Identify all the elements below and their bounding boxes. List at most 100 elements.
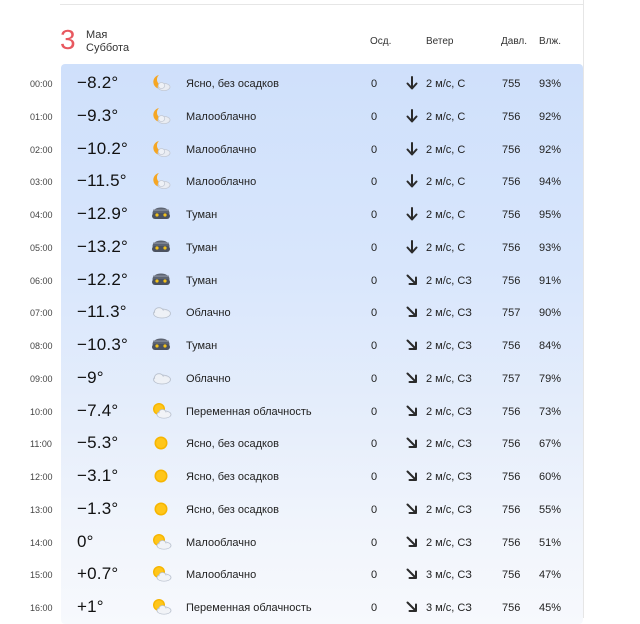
down-right-arrow-icon (406, 436, 418, 450)
forecast-row: 00:00 −8.2° Ясно, без осадков 0 2 м/с, С… (0, 67, 600, 100)
hour-label: 10:00 (30, 406, 53, 417)
hour-label: 13:00 (30, 504, 53, 515)
sun-cloud-icon (150, 597, 172, 617)
wind-value: 2 м/с, СЗ (426, 405, 472, 418)
temperature-value: −11.5° (77, 171, 127, 191)
down-arrow-icon (406, 174, 418, 188)
humidity-value: 79% (539, 372, 562, 385)
fog-icon (150, 237, 172, 257)
temperature-value: −9.3° (77, 105, 119, 125)
temperature-value: −5.3° (77, 433, 119, 453)
pressure-value: 756 (502, 274, 521, 287)
month-label: Мая (86, 29, 108, 41)
fog-icon (150, 335, 172, 355)
temperature-value: −11.3° (77, 302, 127, 322)
wind-value: 2 м/с, СЗ (426, 372, 472, 385)
condition-label: Туман (186, 209, 218, 221)
forecast-row: 03:00 −11.5° Малооблачно 0 2 м/с, С 756 … (0, 165, 600, 198)
humidity-column-header: Влж. (539, 36, 561, 47)
humidity-value: 45% (539, 602, 562, 614)
wind-value: 2 м/с, СЗ (426, 536, 472, 549)
humidity-value: 55% (539, 503, 562, 516)
down-right-arrow-icon (406, 338, 418, 352)
temperature-value: +1° (77, 597, 104, 616)
wind-value: 2 м/с, СЗ (426, 274, 472, 287)
wind-column-header: Ветер (426, 36, 454, 47)
hour-label: 01:00 (30, 111, 53, 122)
precipitation-value: 0 (371, 274, 378, 287)
down-right-arrow-icon (406, 469, 418, 483)
down-right-arrow-icon (406, 502, 418, 516)
condition-label: Ясно, без осадков (186, 78, 279, 90)
wind-value: 2 м/с, С (426, 110, 466, 123)
cloud-icon (150, 368, 172, 388)
hour-label: 04:00 (30, 210, 53, 220)
condition-label: Малооблачно (186, 176, 257, 189)
condition-label: Малооблачно (186, 569, 257, 582)
temperature-value: +0.7° (77, 564, 119, 584)
pressure-value: 756 (502, 569, 521, 582)
wind-value: 2 м/с, С (426, 176, 466, 189)
temperature-value: −3.1° (77, 466, 119, 485)
pressure-value: 756 (502, 209, 521, 221)
pressure-value: 756 (502, 602, 521, 614)
down-arrow-icon (406, 76, 418, 90)
humidity-value: 91% (539, 274, 562, 287)
hour-label: 05:00 (30, 242, 53, 253)
weekday-label: Суббота (86, 42, 130, 54)
forecast-row: 10:00 −7.4° Переменная облачность 0 2 м/… (0, 395, 600, 428)
condition-label: Переменная облачность (186, 405, 312, 418)
sun-cloud-icon (150, 564, 172, 584)
wind-value: 2 м/с, СЗ (426, 340, 472, 352)
hour-label: 14:00 (30, 537, 53, 548)
temperature-value: −10.3° (77, 335, 129, 354)
precipitation-value: 0 (371, 110, 378, 123)
temperature-value: −1.3° (77, 498, 119, 518)
down-right-arrow-icon (406, 273, 418, 287)
moon-cloud-icon (150, 106, 172, 126)
wind-value: 3 м/с, СЗ (426, 569, 472, 582)
down-right-arrow-icon (406, 600, 418, 614)
moon-cloud-icon (150, 73, 172, 93)
down-arrow-icon (406, 108, 418, 123)
down-arrow-icon (406, 239, 418, 254)
forecast-row: 15:00 +0.7° Малооблачно 0 3 м/с, СЗ 756 … (0, 558, 600, 591)
precip-column-header: Осд. (370, 36, 392, 47)
temperature-value: −13.2° (77, 236, 129, 256)
precipitation-value: 0 (371, 602, 378, 614)
hour-label: 00:00 (30, 79, 53, 89)
condition-label: Малооблачно (186, 143, 257, 156)
wind-value: 2 м/с, С (426, 241, 466, 254)
pressure-value: 756 (502, 503, 521, 516)
pressure-value: 757 (502, 307, 521, 320)
precipitation-value: 0 (371, 405, 378, 418)
pressure-value: 756 (502, 241, 521, 254)
forecast-row: 04:00 −12.9° Туман 0 2 м/с, С 756 95% (0, 198, 600, 231)
down-right-arrow-icon (406, 404, 418, 418)
precipitation-value: 0 (371, 340, 378, 352)
down-right-arrow-icon (406, 305, 418, 319)
hour-label: 16:00 (30, 603, 53, 613)
pressure-value: 756 (502, 536, 521, 549)
moon-cloud-icon (150, 171, 172, 191)
condition-label: Переменная облачность (186, 602, 312, 614)
condition-label: Туман (186, 340, 218, 352)
hour-label: 15:00 (30, 570, 53, 581)
pressure-value: 757 (502, 372, 521, 385)
forecast-row: 01:00 −9.3° Малооблачно 0 2 м/с, С 756 9… (0, 100, 600, 133)
hour-label: 06:00 (30, 275, 53, 286)
humidity-value: 92% (539, 110, 562, 123)
humidity-value: 51% (539, 536, 562, 549)
temperature-value: 0° (77, 531, 94, 551)
temperature-value: −7.4° (77, 400, 119, 420)
wind-value: 3 м/с, СЗ (426, 602, 472, 614)
hour-label: 07:00 (30, 308, 53, 319)
moon-cloud-icon (150, 139, 172, 159)
pressure-value: 756 (502, 176, 521, 189)
fog-icon (150, 204, 172, 224)
precipitation-value: 0 (371, 143, 378, 156)
forecast-row: 06:00 −12.2° Туман 0 2 м/с, СЗ 756 91% (0, 264, 600, 297)
wind-value: 2 м/с, СЗ (426, 307, 472, 320)
forecast-row: 05:00 −13.2° Туман 0 2 м/с, С 756 93% (0, 231, 600, 264)
precipitation-value: 0 (371, 372, 378, 385)
